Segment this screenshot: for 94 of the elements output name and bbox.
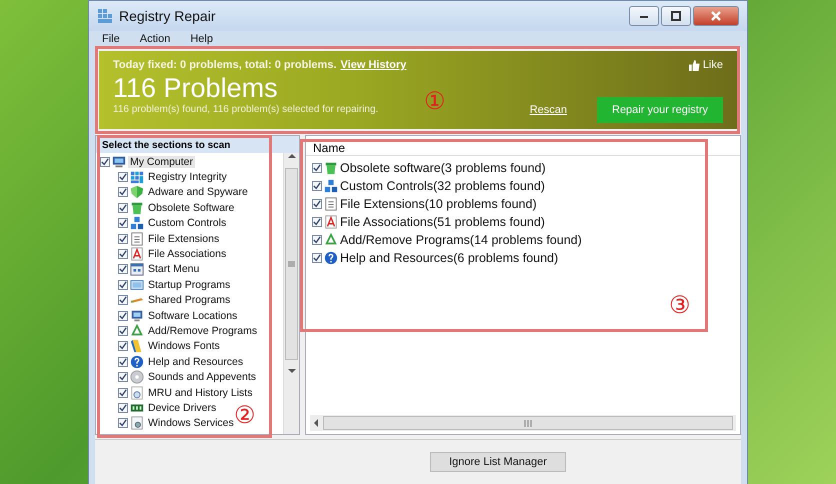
monitor-icon (130, 308, 144, 323)
grip-icon (524, 420, 532, 426)
tree-item[interactable]: Device Drivers (146, 402, 218, 414)
tree-item[interactable]: Windows Services (146, 417, 236, 430)
tree-item[interactable]: File Associations (146, 248, 228, 260)
checkbox[interactable] (118, 202, 128, 213)
checkbox[interactable] (312, 253, 322, 263)
checkbox[interactable] (100, 156, 110, 167)
maximize-button[interactable] (661, 6, 691, 26)
minimize-button[interactable] (629, 6, 659, 26)
tree-item[interactable]: Start Menu (146, 263, 202, 276)
scrollbar[interactable] (283, 153, 299, 434)
disc-icon (130, 370, 144, 384)
thumbs-up-icon (688, 60, 700, 70)
checkbox[interactable] (118, 234, 128, 244)
scroll-down-icon[interactable] (288, 368, 296, 374)
checkbox[interactable] (312, 163, 322, 173)
column-header[interactable]: Name (306, 136, 740, 156)
tree-item[interactable]: Help and Resources (146, 356, 246, 368)
result-item[interactable]: Obsolete software(3 problems found) (340, 161, 546, 175)
tree-item[interactable]: My Computer (128, 156, 196, 168)
checkbox[interactable] (312, 235, 322, 245)
letter-document-icon (130, 247, 144, 262)
annotation-number: ③ (669, 293, 691, 317)
checkbox[interactable] (118, 249, 128, 260)
checkbox[interactable] (118, 218, 128, 228)
close-icon (711, 11, 721, 21)
window-icon (130, 278, 144, 292)
tree-item[interactable]: Custom Controls (146, 217, 228, 230)
help-icon (324, 251, 338, 265)
window-title: Registry Repair (119, 8, 216, 24)
summary-text: Today fixed: 0 problems, total: 0 problems. (113, 59, 337, 71)
tree-item[interactable]: Adware and Spyware (146, 186, 250, 198)
shield-icon (130, 185, 144, 200)
document-icon (130, 232, 144, 246)
result-item[interactable]: File Associations(51 problems found) (340, 215, 545, 229)
tree-item[interactable]: Sounds and Appevents (146, 371, 258, 384)
checkbox[interactable] (118, 372, 128, 382)
document-icon (324, 197, 338, 211)
result-item[interactable]: Custom Controls(32 problems found) (340, 179, 545, 193)
scroll-left-icon[interactable] (313, 419, 319, 427)
detail-text: 116 problem(s) found, 116 problem(s) selected for repairing. (113, 104, 380, 115)
checkbox[interactable] (118, 402, 128, 413)
ignore-list-button[interactable]: Ignore List Manager (430, 452, 566, 472)
checkbox[interactable] (312, 181, 322, 191)
checkbox[interactable] (312, 199, 322, 209)
blocks-icon (130, 216, 144, 230)
grid-icon (130, 170, 144, 184)
menu-item[interactable]: Action (140, 33, 170, 45)
result-item[interactable]: File Extensions(10 problems found) (340, 197, 537, 211)
calendar-icon (130, 262, 144, 276)
checkbox[interactable] (118, 295, 128, 306)
tree-item[interactable]: Startup Programs (146, 278, 232, 291)
menu-item[interactable]: Help (190, 33, 213, 45)
trash-can-icon (324, 161, 338, 175)
grip-icon (288, 260, 295, 266)
menu-item[interactable]: File (102, 33, 120, 45)
checkbox[interactable] (118, 341, 128, 352)
tree-item[interactable]: Software Locations (146, 310, 240, 322)
trash-can-icon (130, 200, 144, 215)
checkbox[interactable] (118, 356, 128, 367)
computer-icon (112, 154, 126, 169)
annotation-number: ② (234, 403, 256, 427)
horizontal-scrollbar[interactable] (310, 415, 736, 431)
font-book-icon (130, 339, 144, 354)
tree-item[interactable]: Shared Programs (146, 294, 232, 306)
annotation-number: ① (424, 89, 446, 113)
minimize-icon (639, 13, 649, 19)
tree-item[interactable]: Registry Integrity (146, 171, 229, 184)
help-icon (130, 354, 144, 369)
checkbox[interactable] (118, 418, 128, 428)
maximize-icon (671, 11, 681, 21)
like-button[interactable]: Like (688, 59, 723, 71)
tree-item[interactable]: Windows Fonts (146, 340, 222, 352)
result-item[interactable]: Help and Resources(6 problems found) (340, 251, 558, 265)
tree-item[interactable]: Obsolete Software (146, 202, 236, 214)
checkbox[interactable] (312, 217, 322, 227)
checkbox[interactable] (118, 187, 128, 198)
checkbox[interactable] (118, 326, 128, 336)
checkbox[interactable] (118, 280, 128, 290)
checkbox[interactable] (118, 172, 128, 182)
tree-item[interactable]: Add/Remove Programs (146, 324, 260, 337)
rescan-link[interactable]: Rescan (530, 104, 567, 116)
letter-document-icon (324, 215, 338, 229)
checkbox[interactable] (118, 310, 128, 321)
tree-item[interactable]: MRU and History Lists (146, 386, 254, 399)
tree-item[interactable]: File Extensions (146, 232, 222, 245)
checkbox[interactable] (118, 264, 128, 274)
app-icon (97, 8, 113, 24)
problem-count: 116 Problems (113, 73, 278, 104)
close-button[interactable] (693, 6, 739, 26)
checkbox[interactable] (118, 388, 128, 398)
result-item[interactable]: Add/Remove Programs(14 problems found) (340, 233, 582, 247)
blocks-icon (324, 179, 338, 193)
